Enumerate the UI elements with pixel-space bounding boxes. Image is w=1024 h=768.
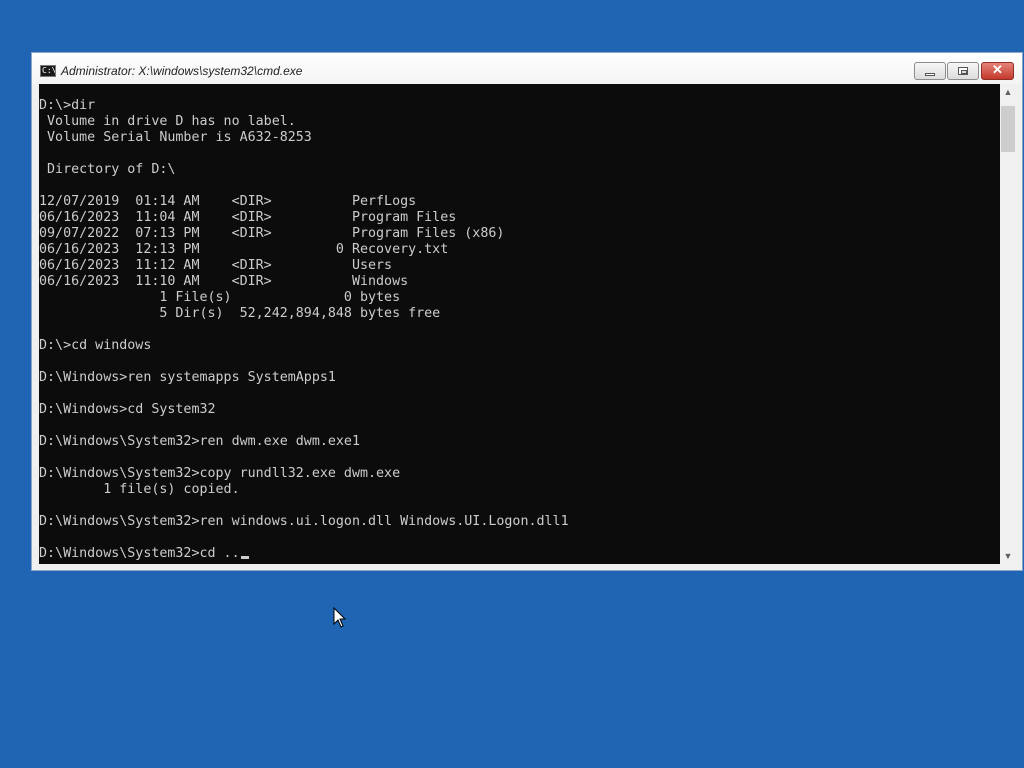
vertical-scrollbar[interactable]: ▲ ▼ <box>1000 84 1016 564</box>
text-cursor <box>240 556 249 559</box>
maximize-icon <box>958 67 968 75</box>
maximize-button[interactable] <box>947 62 979 80</box>
mouse-pointer-icon <box>333 607 347 628</box>
close-button[interactable]: ✕ <box>981 62 1014 80</box>
close-icon: ✕ <box>992 62 1003 77</box>
current-prompt-line: D:\Windows\System32>cd .. <box>39 546 240 561</box>
console-history: D:\>dir Volume in drive D has no label. … <box>39 98 569 529</box>
scroll-thumb[interactable] <box>1001 106 1015 152</box>
cmd-window[interactable]: C:\ Administrator: X:\windows\system32\c… <box>31 52 1023 571</box>
title-bar[interactable]: C:\ Administrator: X:\windows\system32\c… <box>32 53 1022 84</box>
console-text: D:\>dir Volume in drive D has no label. … <box>39 84 1000 562</box>
scroll-up-arrow-icon: ▲ <box>1003 87 1013 97</box>
minimize-button[interactable] <box>914 62 946 80</box>
scroll-down-button[interactable]: ▼ <box>1000 548 1016 564</box>
minimize-icon <box>925 73 935 76</box>
scroll-down-arrow-icon: ▼ <box>1003 551 1013 561</box>
console-output[interactable]: D:\>dir Volume in drive D has no label. … <box>39 84 1000 564</box>
app-icon-glyph: C:\ <box>42 66 56 75</box>
scroll-up-button[interactable]: ▲ <box>1000 84 1016 100</box>
window-title: Administrator: X:\windows\system32\cmd.e… <box>61 64 303 78</box>
command-prompt-icon[interactable]: C:\ <box>40 65 56 77</box>
